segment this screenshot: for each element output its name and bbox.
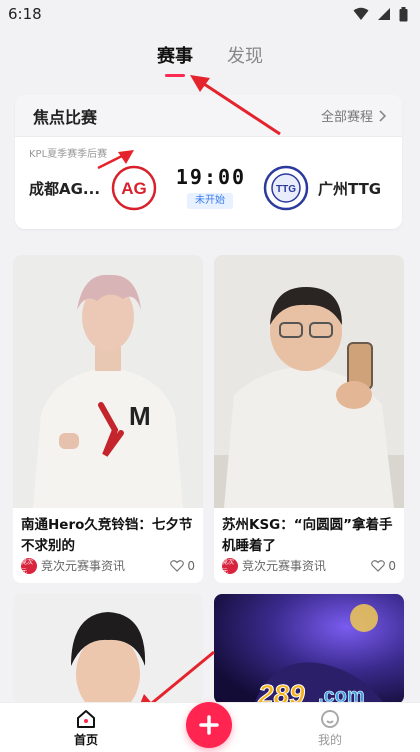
feed-meta-1: 竞次元 竞次元赛事资讯 0: [21, 557, 195, 575]
battery-icon: [399, 6, 408, 21]
feed-card-4[interactable]: [214, 594, 404, 704]
feed-image-1: M: [13, 255, 203, 508]
feed-image-4: [214, 594, 404, 704]
source-avatar: 竞次元: [21, 557, 37, 575]
svg-text:M: M: [129, 401, 151, 431]
source-avatar: 竞次元: [222, 557, 238, 575]
nav-mine-label: 我的: [317, 733, 342, 747]
ag-logo-text: AG: [121, 179, 147, 198]
feed-meta-2: 竞次元 竞次元赛事资讯 0: [222, 557, 396, 575]
source-name: 竞次元赛事资讯: [41, 559, 126, 573]
status-icons: [353, 6, 408, 22]
feed-card-1[interactable]: M 南通Hero久竞铃铛：七夕节不求别的 竞次元 竞次元赛事资讯 0: [13, 255, 203, 583]
create-post-button[interactable]: [186, 702, 232, 748]
signal-icon: [378, 8, 390, 20]
feed-image-3: [13, 594, 203, 704]
status-time: 6:18: [8, 5, 42, 23]
wifi-icon: [353, 7, 369, 20]
feed-source-2[interactable]: 竞次元 竞次元赛事资讯: [222, 557, 327, 575]
ttg-logo-text: TTG: [276, 184, 296, 195]
profile-icon: [321, 710, 339, 728]
tab-events[interactable]: 赛事: [157, 42, 193, 68]
team-left-name: 成都AG...: [29, 180, 101, 198]
nav-home-label: 首页: [73, 733, 98, 747]
nav-home[interactable]: 首页: [56, 709, 116, 748]
league-label: KPL夏季赛季后赛: [29, 149, 108, 160]
match-time: 19:00: [175, 165, 247, 189]
match-status-badge: 未开始: [187, 193, 233, 209]
focus-match-card[interactable]: 焦点比赛 全部赛程 KPL夏季赛季后赛 成都AG... AG 19:00 未开始…: [15, 95, 402, 229]
top-tabs: 赛事 发现: [0, 42, 420, 76]
source-name: 竞次元赛事资讯: [242, 559, 327, 573]
all-schedule-label: 全部赛程: [320, 110, 373, 125]
feed-card-3[interactable]: [13, 594, 203, 704]
heart-icon: [371, 559, 386, 572]
tab-discover[interactable]: 发现: [227, 42, 263, 68]
focus-title: 焦点比赛: [33, 107, 98, 127]
status-bar: 6:18: [0, 0, 420, 28]
like-button-1[interactable]: 0: [170, 559, 195, 573]
like-count: 0: [187, 558, 195, 573]
chevron-right-icon: [379, 109, 386, 122]
ttg-team-logo: TTG: [263, 165, 309, 211]
match-row[interactable]: 成都AG... AG 19:00 未开始 TTG 广州TTG: [15, 161, 402, 219]
feed-title-2: 苏州KSG：“向圆圆”拿着手机睡着了: [222, 517, 393, 554]
like-button-2[interactable]: 0: [371, 559, 396, 573]
team-right-name: 广州TTG: [318, 180, 382, 198]
feed-card-2[interactable]: 苏州KSG：“向圆圆”拿着手机睡着了 竞次元 竞次元赛事资讯 0: [214, 255, 404, 583]
feed-image-2: [214, 255, 404, 508]
like-count: 0: [388, 558, 396, 573]
plus-icon: [199, 715, 219, 735]
nav-mine[interactable]: 我的: [300, 709, 360, 748]
ag-team-logo: AG: [111, 165, 157, 211]
heart-icon: [170, 559, 185, 572]
all-schedule-link[interactable]: 全部赛程: [321, 106, 386, 125]
feed-title-1: 南通Hero久竞铃铛：七夕节不求别的: [21, 517, 193, 554]
feed-source-1[interactable]: 竞次元 竞次元赛事资讯: [21, 557, 126, 575]
focus-header: 焦点比赛 全部赛程: [15, 95, 402, 137]
home-icon: [77, 710, 95, 728]
